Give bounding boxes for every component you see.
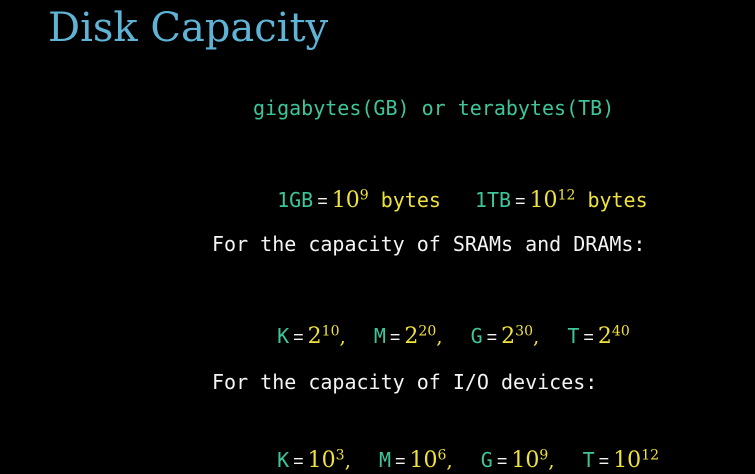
comma: ,: [344, 448, 351, 472]
k-exponent: 3: [335, 447, 345, 464]
gb-label: 1GB: [277, 188, 314, 212]
units-line: gigabytes(GB) or terabytes(TB): [253, 96, 615, 120]
comma: ,: [446, 448, 453, 472]
comma: ,: [339, 324, 346, 348]
m-exponent: 20: [418, 323, 437, 340]
gb-exponent: 9: [359, 187, 369, 204]
tb-exponent: 12: [557, 187, 576, 204]
io-prefixes: K = 103, M = 106, G = 109, T = 1012: [253, 424, 659, 474]
io-heading: For the capacity of I/O devices:: [212, 370, 598, 394]
t-base: 2: [597, 324, 612, 349]
equals-sign: =: [317, 191, 328, 211]
k-base: 2: [307, 324, 322, 349]
equals-sign: =: [496, 451, 508, 471]
slide-title: Disk Capacity: [48, 5, 329, 51]
t-label: T: [582, 448, 595, 472]
m-label: M: [378, 448, 391, 472]
equals-sign: =: [515, 191, 526, 211]
m-base: 10: [409, 448, 438, 473]
equals-sign: =: [583, 327, 594, 347]
equals-sign: =: [394, 451, 406, 471]
g-label: G: [480, 448, 493, 472]
m-base: 2: [404, 324, 419, 349]
t-label: T: [567, 324, 580, 348]
equals-sign: =: [389, 327, 401, 347]
tb-unit: bytes: [587, 188, 648, 212]
k-label: K: [277, 448, 290, 472]
tb-base: 10: [529, 188, 558, 213]
g-label: G: [470, 324, 483, 348]
g-exponent: 30: [515, 323, 533, 340]
tb-label: 1TB: [474, 188, 512, 212]
equals-sign: =: [293, 327, 304, 347]
gb-base: 10: [331, 188, 360, 213]
equals-sign: =: [598, 451, 610, 471]
comma: ,: [532, 324, 540, 348]
gb-tb-definition: 1GB = 109 bytes 1TB = 1012 bytes: [253, 164, 648, 214]
k-label: K: [277, 324, 290, 348]
sram-dram-heading: For the capacity of SRAMs and DRAMs:: [212, 232, 646, 256]
g-base: 10: [511, 448, 540, 473]
k-base: 10: [307, 448, 336, 473]
m-label: M: [373, 324, 386, 348]
t-base: 10: [613, 448, 642, 473]
sram-dram-prefixes: K = 210, M = 220, G = 230, T = 240: [253, 300, 630, 350]
t-exponent: 40: [611, 323, 630, 340]
t-exponent: 12: [641, 447, 660, 464]
equals-sign: =: [486, 327, 498, 347]
equals-sign: =: [293, 451, 304, 471]
comma: ,: [548, 448, 555, 472]
g-base: 2: [501, 324, 516, 349]
k-exponent: 10: [321, 323, 340, 340]
gb-unit: bytes: [380, 188, 441, 212]
g-exponent: 9: [539, 447, 549, 464]
comma: ,: [436, 324, 443, 348]
